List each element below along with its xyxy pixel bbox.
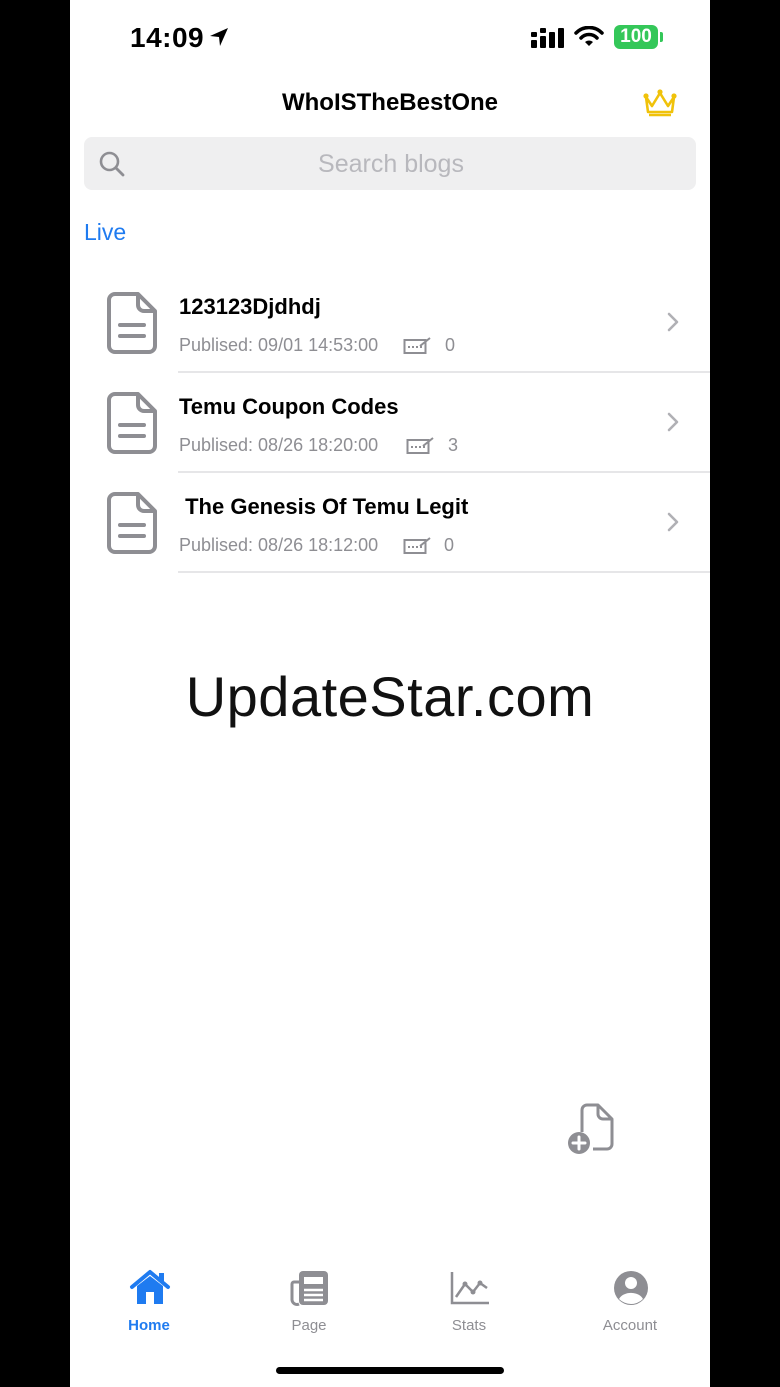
tab-label: Home xyxy=(128,1317,170,1334)
app-screen: 14:09 100 WhoISTheBestOne Live xyxy=(70,0,710,1387)
tab-page[interactable]: Page xyxy=(249,1262,369,1342)
battery-cap xyxy=(660,32,663,42)
tab-stats[interactable]: Stats xyxy=(409,1262,529,1342)
document-icon xyxy=(107,492,157,554)
tab-home[interactable]: Home xyxy=(89,1262,209,1342)
search-bar[interactable] xyxy=(84,137,696,192)
chevron-right-icon xyxy=(667,412,679,432)
section-label-live: Live xyxy=(84,219,127,245)
comment-icon xyxy=(406,437,434,454)
search-input[interactable] xyxy=(134,137,648,192)
comment-count: 0 xyxy=(445,335,456,355)
tab-bar: Home Page Stats Account xyxy=(70,1262,710,1342)
search-icon xyxy=(99,151,125,177)
row-divider xyxy=(178,571,710,573)
cellular-signal-icon xyxy=(531,28,564,48)
post-row[interactable]: Temu Coupon Codes Publised: 08/26 18:20:… xyxy=(70,373,710,473)
comment-count: 0 xyxy=(444,535,455,555)
document-icon xyxy=(107,292,157,354)
comment-icon xyxy=(403,337,431,354)
chevron-right-icon xyxy=(667,512,679,532)
tab-label: Page xyxy=(291,1317,327,1334)
tab-label: Stats xyxy=(451,1317,487,1334)
document-icon xyxy=(107,392,157,454)
home-indicator xyxy=(276,1367,504,1374)
post-title: Temu Coupon Codes xyxy=(179,394,399,419)
post-title: The Genesis Of Temu Legit xyxy=(179,494,469,519)
battery-indicator: 100 xyxy=(614,25,658,49)
crown-icon[interactable] xyxy=(642,88,678,118)
post-published-date: Publised: 08/26 18:12:00 xyxy=(179,535,379,555)
newspaper-icon xyxy=(290,1271,328,1306)
tab-label: Account xyxy=(602,1317,658,1334)
location-arrow-icon xyxy=(210,28,228,46)
post-title: 123123Djdhdj xyxy=(179,294,321,319)
home-icon xyxy=(130,1270,170,1304)
status-time: 14:09 xyxy=(130,22,205,53)
post-row[interactable]: The Genesis Of Temu Legit Publised: 08/2… xyxy=(70,473,710,573)
wifi-icon xyxy=(574,26,604,46)
comment-count: 3 xyxy=(448,435,459,455)
account-icon xyxy=(614,1271,648,1305)
chart-icon xyxy=(450,1272,489,1305)
watermark-text: UpdateStar.com xyxy=(185,665,595,728)
chevron-right-icon xyxy=(667,312,679,332)
tab-account[interactable]: Account xyxy=(570,1262,690,1342)
post-published-date: Publised: 09/01 14:53:00 xyxy=(179,335,379,355)
new-page-icon[interactable] xyxy=(566,1102,618,1156)
page-title: WhoISTheBestOne xyxy=(281,89,498,116)
comment-icon xyxy=(403,537,431,554)
post-published-date: Publised: 08/26 18:20:00 xyxy=(179,435,379,455)
post-row[interactable]: 123123Djdhdj Publised: 09/01 14:53:00 0 xyxy=(70,273,710,373)
